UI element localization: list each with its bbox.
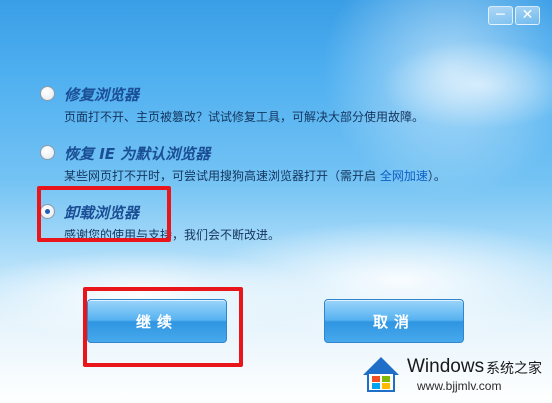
radio-repair[interactable] [40,86,55,101]
watermark: Windows 系统之家 www.bjjmlv.com [361,353,549,399]
watermark-url: www.bjjmlv.com [417,379,502,393]
highlight-box-continue [83,287,243,367]
radio-restore-ie[interactable] [40,145,55,160]
description-text: ）。 [427,169,446,183]
option-description: 某些网页打不开时，可尝试用搜狗高速浏览器打开（需开启 全网加速）。 [64,167,446,184]
option-title: 恢复 IE 为默认浏览器 [64,145,211,163]
option-title: 修复浏览器 [64,86,140,104]
watermark-brand-cn: 系统之家 [486,361,542,377]
global-acceleration-link[interactable]: 全网加速 [380,169,428,183]
watermark-brand: Windows [407,356,485,377]
uninstall-dialog: ─ ✕ 修复浏览器 页面打不开、主页被篡改？试试修复工具，可解决大部分使用故障。… [0,0,552,403]
windows-logo-icon [363,357,399,392]
minimize-button[interactable]: ─ [488,6,513,25]
cancel-button[interactable]: 取消 [324,299,464,343]
close-button[interactable]: ✕ [515,6,540,25]
description-text: 某些网页打不开时，可尝试用搜狗高速浏览器打开（需开启 [64,169,380,183]
option-description: 页面打不开、主页被篡改？试试修复工具，可解决大部分使用故障。 [64,110,425,124]
highlight-box-uninstall [37,186,171,242]
